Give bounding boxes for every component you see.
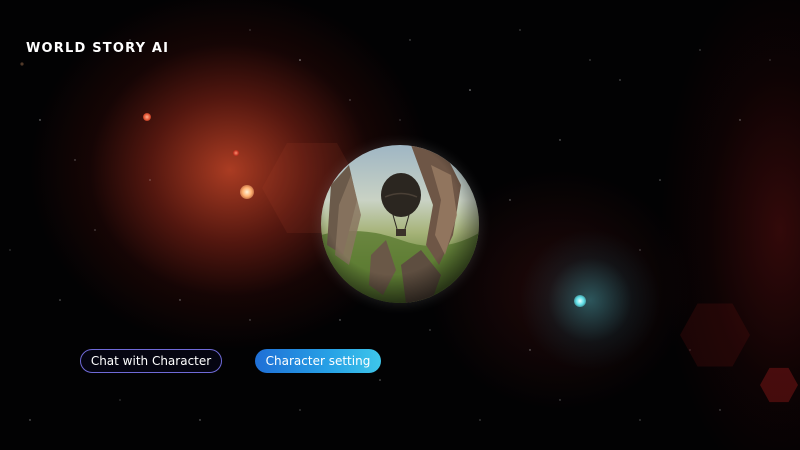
lens-flare-dot [233, 150, 239, 156]
world-globe-icon[interactable] [321, 145, 479, 303]
space-background: WORLD STORY AI Chat with Character Chara… [0, 0, 800, 450]
character-setting-button[interactable]: Character setting [255, 349, 381, 373]
lens-flare-dot [574, 295, 586, 307]
brand-title: WORLD STORY AI [26, 41, 170, 56]
lens-flare-dot [143, 113, 151, 121]
lens-flare-dot [240, 185, 254, 199]
chat-with-character-button[interactable]: Chat with Character [80, 349, 222, 373]
